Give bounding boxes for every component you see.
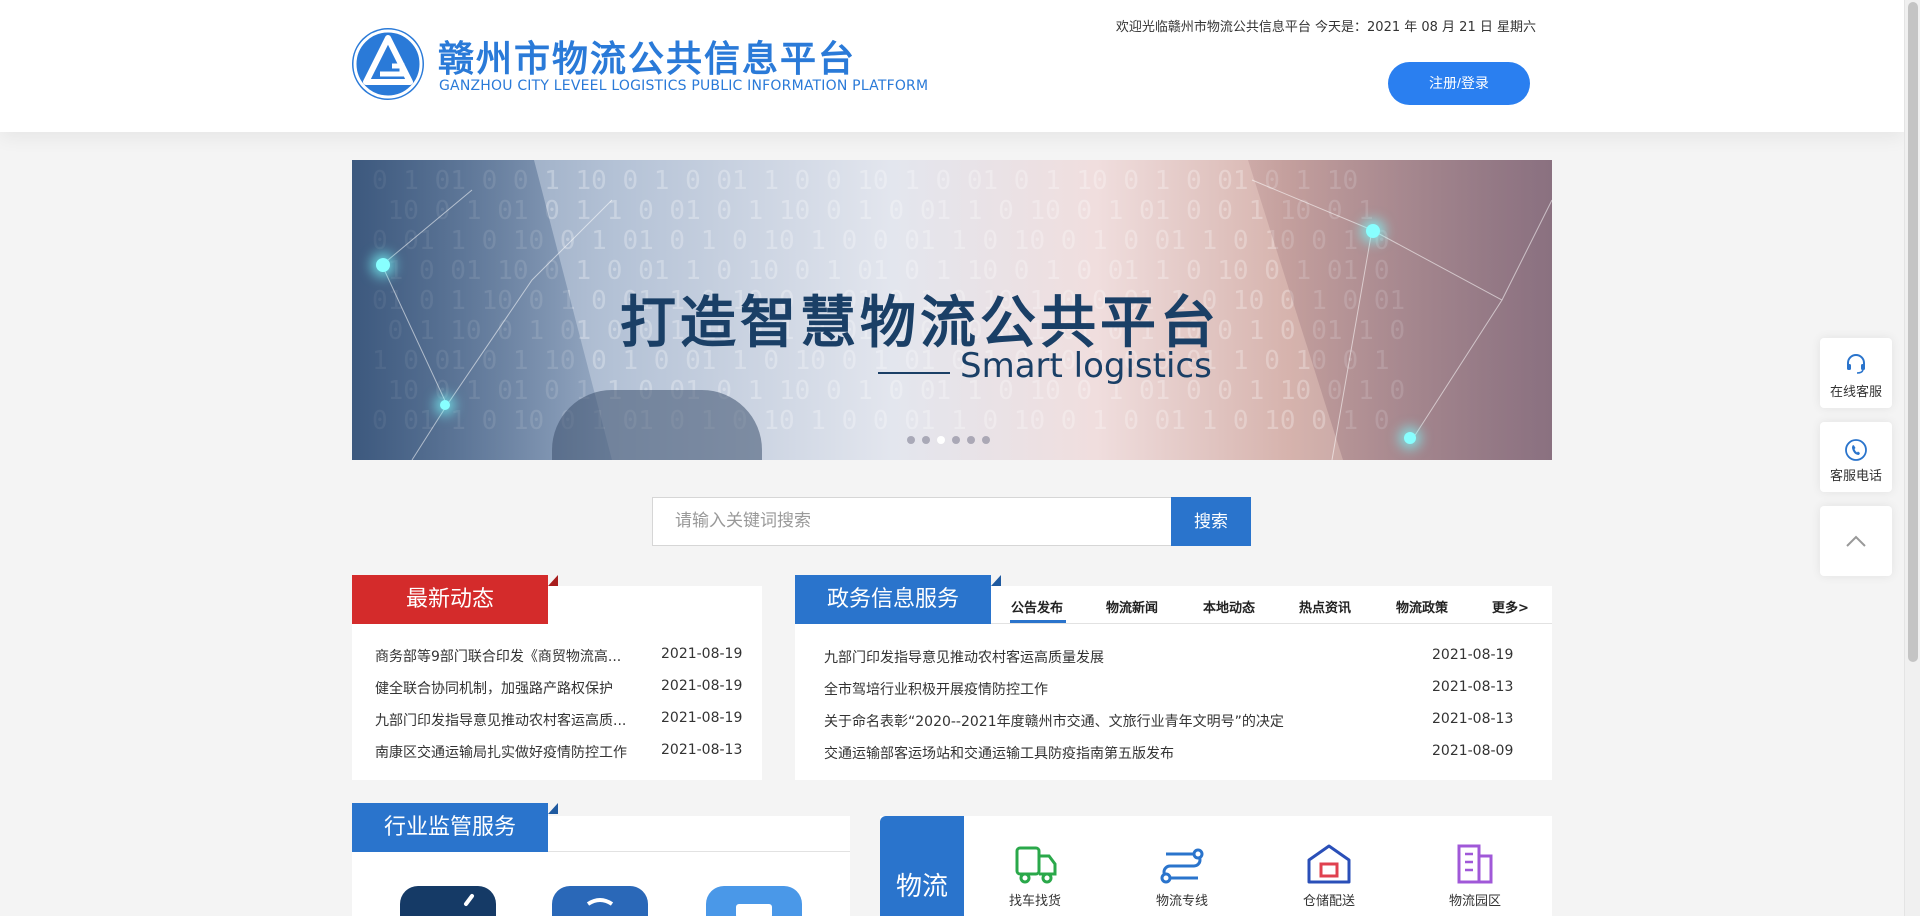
gov-news-item[interactable]: 关于命名表彰“2020--2021年度赣州市交通、文旅行业青年文明号”的决定 bbox=[824, 711, 1284, 731]
latest-news-date: 2021-08-19 bbox=[661, 678, 743, 694]
industry-tab-label: 行业监管服务 bbox=[383, 815, 516, 840]
banner-subtitle-dash bbox=[878, 372, 950, 374]
banner-dot[interactable] bbox=[952, 436, 960, 444]
latest-news-item[interactable]: 商务部等9部门联合印发《商贸物流高... bbox=[375, 646, 621, 666]
gov-news-date: 2021-08-19 bbox=[1432, 647, 1514, 663]
latest-news-tab-label: 最新动态 bbox=[405, 587, 494, 612]
brand-title[interactable]: 赣州市物流公共信息平台 bbox=[438, 30, 856, 82]
industry-tab-divider bbox=[548, 851, 850, 852]
logistics-item[interactable]: 物流园区 bbox=[1430, 842, 1520, 909]
gov-tab-divider bbox=[991, 623, 1552, 624]
banner-dot[interactable] bbox=[982, 436, 990, 444]
banner-dot[interactable] bbox=[907, 436, 915, 444]
latest-news-date: 2021-08-19 bbox=[661, 710, 743, 726]
logistics-item[interactable]: 仓储配送 bbox=[1284, 842, 1374, 909]
scrollbar-thumb[interactable] bbox=[1908, 2, 1918, 662]
service-phone-button[interactable]: 客服电话 bbox=[1820, 422, 1892, 492]
building-icon bbox=[1430, 842, 1520, 886]
logistics-item-label: 找车找货 bbox=[1008, 894, 1061, 909]
login-button[interactable]: 注册/登录 bbox=[1388, 62, 1530, 105]
industry-monitor-icon[interactable] bbox=[706, 886, 802, 916]
latest-news-item[interactable]: 健全联合协同机制，加强路产路权保护 bbox=[375, 678, 613, 698]
chevron-up-icon bbox=[1846, 535, 1866, 547]
platform-logo-icon[interactable] bbox=[352, 28, 424, 100]
tab-corner bbox=[548, 575, 558, 586]
gov-tab[interactable]: 更多> bbox=[1492, 597, 1529, 616]
gov-service-tab[interactable]: 政务信息服务 bbox=[795, 575, 1001, 624]
industry-tab[interactable]: 行业监管服务 bbox=[352, 803, 558, 852]
search-input[interactable]: 请输入关键词搜索 bbox=[652, 497, 1172, 546]
banner-pagination bbox=[907, 436, 990, 444]
banner-glow-dot bbox=[1404, 432, 1416, 444]
gov-news-item[interactable]: 九部门印发指导意见推动农村客运高质量发展 bbox=[824, 647, 1104, 667]
gov-news-date: 2021-08-13 bbox=[1432, 679, 1514, 695]
banner-dot[interactable] bbox=[922, 436, 930, 444]
gov-tab[interactable]: 热点资讯 bbox=[1299, 597, 1351, 616]
industry-service-icon[interactable] bbox=[400, 886, 496, 916]
tab-corner bbox=[548, 803, 558, 814]
hero-banner[interactable]: 0 1 01 0 0 1 10 0 1 0 01 1 0 0 10 1 0 01… bbox=[352, 160, 1552, 460]
banner-dot[interactable] bbox=[967, 436, 975, 444]
online-service-button[interactable]: 在线客服 bbox=[1820, 338, 1892, 408]
banner-subtitle: Smart logistics bbox=[960, 346, 1212, 386]
latest-news-item[interactable]: 南康区交通运输局扎实做好疫情防控工作 bbox=[375, 742, 627, 762]
gov-news-date: 2021-08-13 bbox=[1432, 711, 1514, 727]
gov-news-date: 2021-08-09 bbox=[1432, 743, 1514, 759]
gov-news-item[interactable]: 全市驾培行业积极开展疫情防控工作 bbox=[824, 679, 1048, 699]
online-service-label: 在线客服 bbox=[1829, 385, 1882, 400]
tab-corner bbox=[991, 575, 1001, 586]
logistics-item-label: 物流园区 bbox=[1448, 894, 1501, 909]
welcome-text: 欢迎光临赣州市物流公共信息平台 今天是：2021 年 08 月 21 日 星期六 bbox=[1115, 20, 1536, 35]
truck-icon bbox=[990, 842, 1080, 886]
banner-dot[interactable] bbox=[937, 436, 945, 444]
gov-active-tab-underline bbox=[1010, 620, 1066, 623]
back-to-top-button[interactable] bbox=[1820, 506, 1892, 576]
gov-tab[interactable]: 物流新闻 bbox=[1106, 597, 1158, 616]
gov-news-item[interactable]: 交通运输部客运场站和交通运输工具防疫指南第五版发布 bbox=[824, 743, 1174, 763]
latest-news-item[interactable]: 九部门印发指导意见推动农村客运高质... bbox=[375, 710, 626, 730]
gov-tab[interactable]: 本地动态 bbox=[1203, 597, 1255, 616]
logistics-item[interactable]: 物流专线 bbox=[1137, 842, 1227, 909]
gov-tab[interactable]: 物流政策 bbox=[1396, 597, 1448, 616]
latest-news-tab[interactable]: 最新动态 bbox=[352, 575, 558, 624]
service-phone-label: 客服电话 bbox=[1829, 469, 1882, 484]
logistics-item-label: 仓储配送 bbox=[1302, 894, 1355, 909]
headset-icon bbox=[1847, 354, 1865, 374]
site-header: 赣州市物流公共信息平台 GANZHOU CITY LEVEEL LOGISTIC… bbox=[0, 0, 1904, 132]
phone-icon bbox=[1845, 439, 1867, 461]
gov-tab[interactable]: 公告发布 bbox=[1011, 597, 1063, 616]
banner-glow-dot bbox=[440, 400, 450, 410]
industry-shield-icon[interactable] bbox=[552, 886, 648, 916]
logistics-item-label: 物流专线 bbox=[1155, 894, 1208, 909]
page-scrollbar[interactable] bbox=[1904, 0, 1920, 916]
gov-service-tab-label: 政务信息服务 bbox=[826, 587, 959, 612]
brand-subtitle: GANZHOU CITY LEVEEL LOGISTICS PUBLIC INF… bbox=[439, 78, 929, 94]
logistics-item[interactable]: 找车找货 bbox=[990, 842, 1080, 909]
logistics-side-label: 物流 bbox=[880, 816, 964, 916]
route-icon bbox=[1137, 842, 1227, 886]
latest-news-date: 2021-08-13 bbox=[661, 742, 743, 758]
search-button[interactable]: 搜索 bbox=[1171, 497, 1251, 546]
warehouse-icon bbox=[1284, 842, 1374, 886]
latest-news-date: 2021-08-19 bbox=[661, 646, 743, 662]
banner-glow-dot bbox=[1366, 224, 1380, 238]
banner-glow-dot bbox=[376, 258, 390, 272]
